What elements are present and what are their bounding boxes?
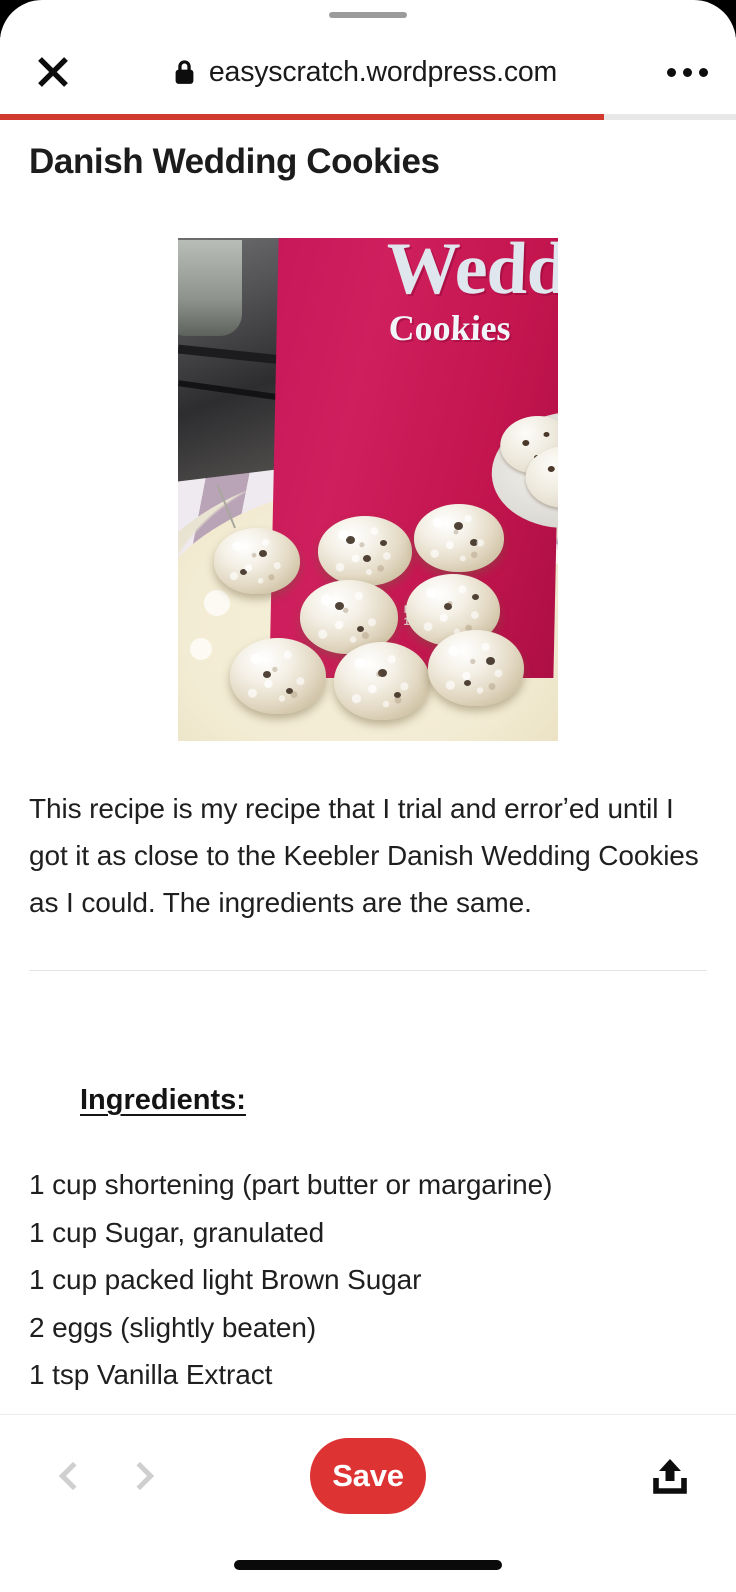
photo-cookie-chip: [262, 671, 271, 679]
sheet-grabber-zone[interactable]: [0, 0, 736, 30]
photo-cookie-chip: [258, 550, 267, 558]
photo-pot: [178, 240, 242, 336]
overflow-menu-icon: [667, 67, 676, 77]
overflow-menu-icon: [699, 67, 708, 77]
photo-cookie-chip: [453, 521, 463, 530]
webpage-content[interactable]: Danish Wedding Cookies Wedding Cookies T…: [0, 120, 736, 1417]
close-button[interactable]: [30, 49, 76, 95]
save-button[interactable]: Save: [310, 1438, 426, 1514]
share-upload-icon: [653, 1459, 687, 1494]
overflow-menu-icon: [683, 67, 692, 77]
photo-cookie-chip: [464, 680, 472, 687]
photo-cookie-chip: [335, 602, 345, 611]
page-title: Danish Wedding Cookies: [29, 142, 440, 181]
photo-cookie: [214, 528, 300, 594]
bottom-toolbar: Save: [0, 1414, 736, 1592]
content-divider: [29, 970, 707, 972]
back-button[interactable]: [34, 1440, 106, 1512]
photo-cookie-chip: [485, 657, 495, 666]
photo-cookie-chip: [548, 465, 556, 472]
article-intro-paragraph: This recipe is my recipe that I trial an…: [29, 793, 699, 919]
photo-cookie-chip: [356, 625, 364, 632]
photo-napkin-dot: [190, 638, 212, 660]
browser-toolbar: easyscratch.wordpress.com: [0, 30, 736, 114]
close-x-icon: [38, 57, 68, 87]
photo-cookie: [334, 642, 430, 720]
browser-sheet: easyscratch.wordpress.com Danish Wedding…: [0, 0, 736, 1592]
sheet-grabber[interactable]: [329, 12, 407, 18]
article-image-wrapper: Wedding Cookies NET WT. 12 OZ. (340g): [27, 238, 709, 741]
photo-cookie-chip: [469, 539, 478, 547]
share-button[interactable]: [638, 1444, 702, 1508]
photo-cookie-chip: [378, 668, 388, 677]
photo-cookie-chip: [346, 535, 356, 544]
photo-cookie-chip: [393, 691, 401, 698]
article-photo: Wedding Cookies NET WT. 12 OZ. (340g): [178, 238, 558, 741]
ingredient-item: 1 tsp Vanilla Extract: [29, 1359, 273, 1391]
photo-cookie-chip: [543, 432, 550, 438]
photo-cookie-chip: [443, 602, 452, 610]
url-bar[interactable]: easyscratch.wordpress.com: [76, 56, 654, 89]
photo-cookie-chip: [522, 440, 530, 447]
chevron-left-icon: [58, 1461, 87, 1491]
photo-cookie: [318, 516, 412, 586]
photo-cookie-chip: [239, 568, 247, 575]
photo-cookie-chip: [471, 594, 479, 601]
photo-box-subtitle: Cookies: [387, 308, 512, 348]
chevron-right-icon: [125, 1461, 154, 1491]
ingredient-item: 1 cup Sugar, granulated: [29, 1216, 325, 1248]
ingredient-item: 1 cup packed light Brown Sugar: [29, 1264, 422, 1296]
ingredients-list: 1 cup shortening (part butter or margari…: [29, 1161, 707, 1417]
ingredient-item: 2 eggs (slightly beaten): [29, 1311, 317, 1343]
lock-secure-icon: [175, 60, 194, 84]
photo-cookie: [414, 504, 504, 572]
photo-cookie-chip: [285, 688, 293, 695]
photo-cookie: [428, 630, 524, 706]
home-indicator[interactable]: [234, 1560, 502, 1570]
photo-box-title: Wedding: [384, 238, 558, 310]
ingredient-item: 1 cup shortening (part butter or margari…: [29, 1169, 553, 1201]
photo-cookie-chip: [380, 539, 388, 546]
ingredients-heading: Ingredients:: [80, 1084, 246, 1117]
bottom-toolbar-row: Save: [0, 1415, 736, 1537]
overflow-menu-button[interactable]: [654, 49, 708, 95]
photo-napkin-dot: [204, 590, 230, 616]
photo-cookie: [230, 638, 326, 714]
photo-cookie-chip: [363, 555, 372, 563]
url-text: easyscratch.wordpress.com: [208, 55, 558, 88]
forward-button[interactable]: [106, 1440, 178, 1512]
home-indicator-zone: [0, 1537, 736, 1592]
